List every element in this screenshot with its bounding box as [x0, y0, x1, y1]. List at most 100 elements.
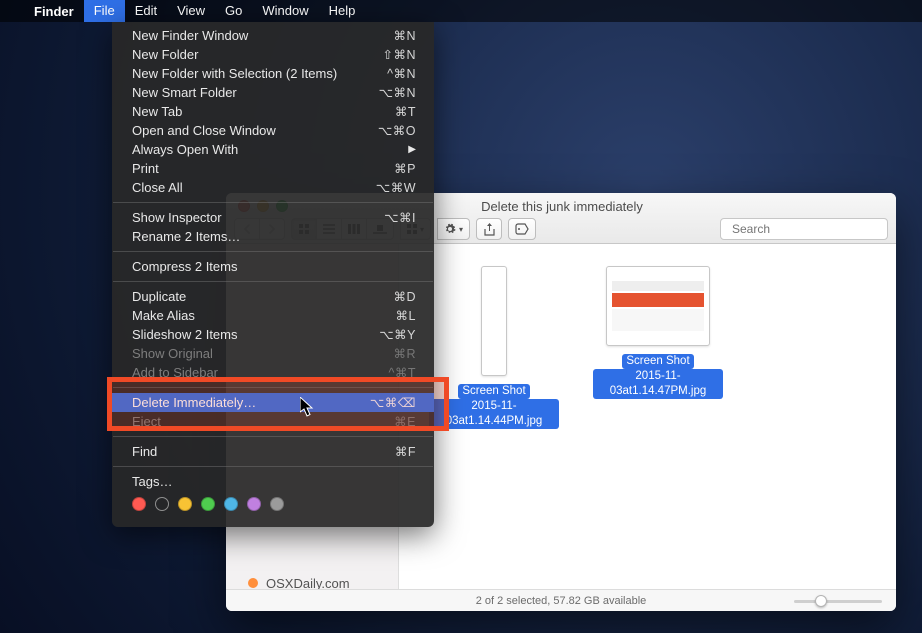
menu-item-shortcut: ⌘E [394, 414, 416, 429]
menubar-item-go[interactable]: Go [215, 0, 252, 22]
tag-color-dot[interactable] [247, 497, 261, 511]
menu-item-shortcut: ⌘T [395, 104, 416, 119]
menu-item-new-tab[interactable]: New Tab⌘T [112, 102, 434, 121]
menu-item-eject: Eject⌘E [112, 412, 434, 431]
tag-color-dot[interactable] [155, 497, 169, 511]
menubar-item-view[interactable]: View [167, 0, 215, 22]
tag-color-dot[interactable] [201, 497, 215, 511]
tag-color-dot[interactable] [224, 497, 238, 511]
tag-dot-icon [248, 578, 258, 588]
menu-item-label: Make Alias [132, 308, 396, 323]
menu-item-shortcut: ⌥⌘⌫ [370, 395, 416, 410]
share-button[interactable] [476, 218, 502, 240]
menu-item-slideshow-2-items[interactable]: Slideshow 2 Items⌥⌘Y [112, 325, 434, 344]
menu-item-label: Delete Immediately… [132, 395, 370, 410]
menu-item-label: New Finder Window [132, 28, 393, 43]
tags-button[interactable] [508, 218, 536, 240]
menu-item-new-folder[interactable]: New Folder⇧⌘N [112, 45, 434, 64]
icon-size-slider[interactable] [794, 596, 882, 606]
menubar-item-edit[interactable]: Edit [125, 0, 167, 22]
menu-item-label: Close All [132, 180, 376, 195]
menu-item-close-all[interactable]: Close All⌥⌘W [112, 178, 434, 197]
menu-item-label: Duplicate [132, 289, 393, 304]
tag-color-dot[interactable] [270, 497, 284, 511]
file-item[interactable]: Screen Shot 2015-11-03at1.14.44PM.jpg [429, 266, 559, 429]
menu-item-label: Rename 2 Items… [132, 229, 416, 244]
file-thumbnail [606, 266, 710, 346]
action-group: ▾ [437, 218, 470, 240]
menu-item-tags[interactable]: Tags… [112, 472, 434, 491]
tag-color-row [112, 491, 434, 513]
menu-item-shortcut: ⌥⌘O [378, 123, 416, 138]
search-field[interactable] [720, 218, 888, 240]
menu-separator [113, 202, 433, 203]
menu-item-add-to-sidebar: Add to Sidebar^⌘T [112, 363, 434, 382]
menu-item-label: Show Original [132, 346, 393, 361]
menubar-item-file[interactable]: File [84, 0, 125, 22]
submenu-arrow-icon: ▶ [408, 144, 416, 155]
file-menu-dropdown: New Finder Window⌘NNew Folder⇧⌘NNew Fold… [112, 22, 434, 527]
menu-item-shortcut: ^⌘T [388, 365, 416, 380]
menu-item-show-inspector[interactable]: Show Inspector⌥⌘I [112, 208, 434, 227]
menu-item-shortcut: ⌘N [393, 28, 416, 43]
menu-item-print[interactable]: Print⌘P [112, 159, 434, 178]
file-thumbnail [481, 266, 507, 376]
menu-item-find[interactable]: Find⌘F [112, 442, 434, 461]
menu-item-compress-2-items[interactable]: Compress 2 Items [112, 257, 434, 276]
menu-item-rename-2-items[interactable]: Rename 2 Items… [112, 227, 434, 246]
menu-item-shortcut: ⌘R [393, 346, 416, 361]
menu-item-shortcut: ⌘D [393, 289, 416, 304]
menu-item-shortcut: ⌘L [396, 308, 416, 323]
app-name[interactable]: Finder [24, 4, 84, 19]
tag-icon [515, 223, 529, 235]
menu-item-new-finder-window[interactable]: New Finder Window⌘N [112, 26, 434, 45]
share-icon [484, 223, 495, 236]
menu-separator [113, 281, 433, 282]
menu-item-shortcut: ⌥⌘W [376, 180, 416, 195]
menu-item-label: Open and Close Window [132, 123, 378, 138]
file-area[interactable]: Screen Shot 2015-11-03at1.14.44PM.jpg Sc… [399, 244, 896, 589]
file-name: Screen Shot 2015-11-03at1.14.47PM.jpg [593, 354, 723, 399]
menu-item-shortcut: ⌥⌘N [379, 85, 416, 100]
menu-item-label: Compress 2 Items [132, 259, 416, 274]
slider-knob[interactable] [815, 595, 827, 607]
gear-icon [444, 223, 456, 235]
menu-item-new-smart-folder[interactable]: New Smart Folder⌥⌘N [112, 83, 434, 102]
menubar: Finder FileEditViewGoWindowHelp [0, 0, 922, 22]
file-item[interactable]: Screen Shot 2015-11-03at1.14.47PM.jpg [593, 266, 723, 429]
search-input[interactable] [732, 222, 887, 236]
menu-item-delete-immediately[interactable]: Delete Immediately…⌥⌘⌫ [112, 393, 434, 412]
menu-item-open-and-close-window[interactable]: Open and Close Window⌥⌘O [112, 121, 434, 140]
menu-separator [113, 387, 433, 388]
menu-item-label: New Folder with Selection (2 Items) [132, 66, 387, 81]
menu-item-label: Show Inspector [132, 210, 384, 225]
menu-item-label: New Smart Folder [132, 85, 379, 100]
sidebar-item-label: OSXDaily.com [266, 576, 350, 590]
menu-item-label: New Tab [132, 104, 395, 119]
file-name: Screen Shot 2015-11-03at1.14.44PM.jpg [429, 384, 559, 429]
menu-separator [113, 436, 433, 437]
menu-item-label: Tags… [132, 474, 416, 489]
action-button[interactable]: ▾ [437, 218, 470, 240]
menubar-item-window[interactable]: Window [252, 0, 318, 22]
menu-item-duplicate[interactable]: Duplicate⌘D [112, 287, 434, 306]
menu-separator [113, 251, 433, 252]
menu-item-new-folder-with-selection-2-items[interactable]: New Folder with Selection (2 Items)^⌘N [112, 64, 434, 83]
menu-item-label: Add to Sidebar [132, 365, 388, 380]
status-text: 2 of 2 selected, 57.82 GB available [476, 595, 647, 607]
menu-item-label: Print [132, 161, 394, 176]
menu-item-shortcut: ^⌘N [387, 66, 416, 81]
menu-separator [113, 466, 433, 467]
menu-item-always-open-with[interactable]: Always Open With▶ [112, 140, 434, 159]
menubar-item-help[interactable]: Help [319, 0, 366, 22]
status-bar: 2 of 2 selected, 57.82 GB available [226, 589, 896, 611]
tag-color-dot[interactable] [132, 497, 146, 511]
menu-item-make-alias[interactable]: Make Alias⌘L [112, 306, 434, 325]
menu-item-shortcut: ⌥⌘I [384, 210, 416, 225]
tag-color-dot[interactable] [178, 497, 192, 511]
menu-item-shortcut: ⇧⌘N [382, 47, 416, 62]
menu-item-label: Eject [132, 414, 394, 429]
menu-item-shortcut: ⌘F [395, 444, 416, 459]
sidebar-item-osxdaily[interactable]: OSXDaily.com [226, 572, 398, 589]
menu-item-label: New Folder [132, 47, 382, 62]
